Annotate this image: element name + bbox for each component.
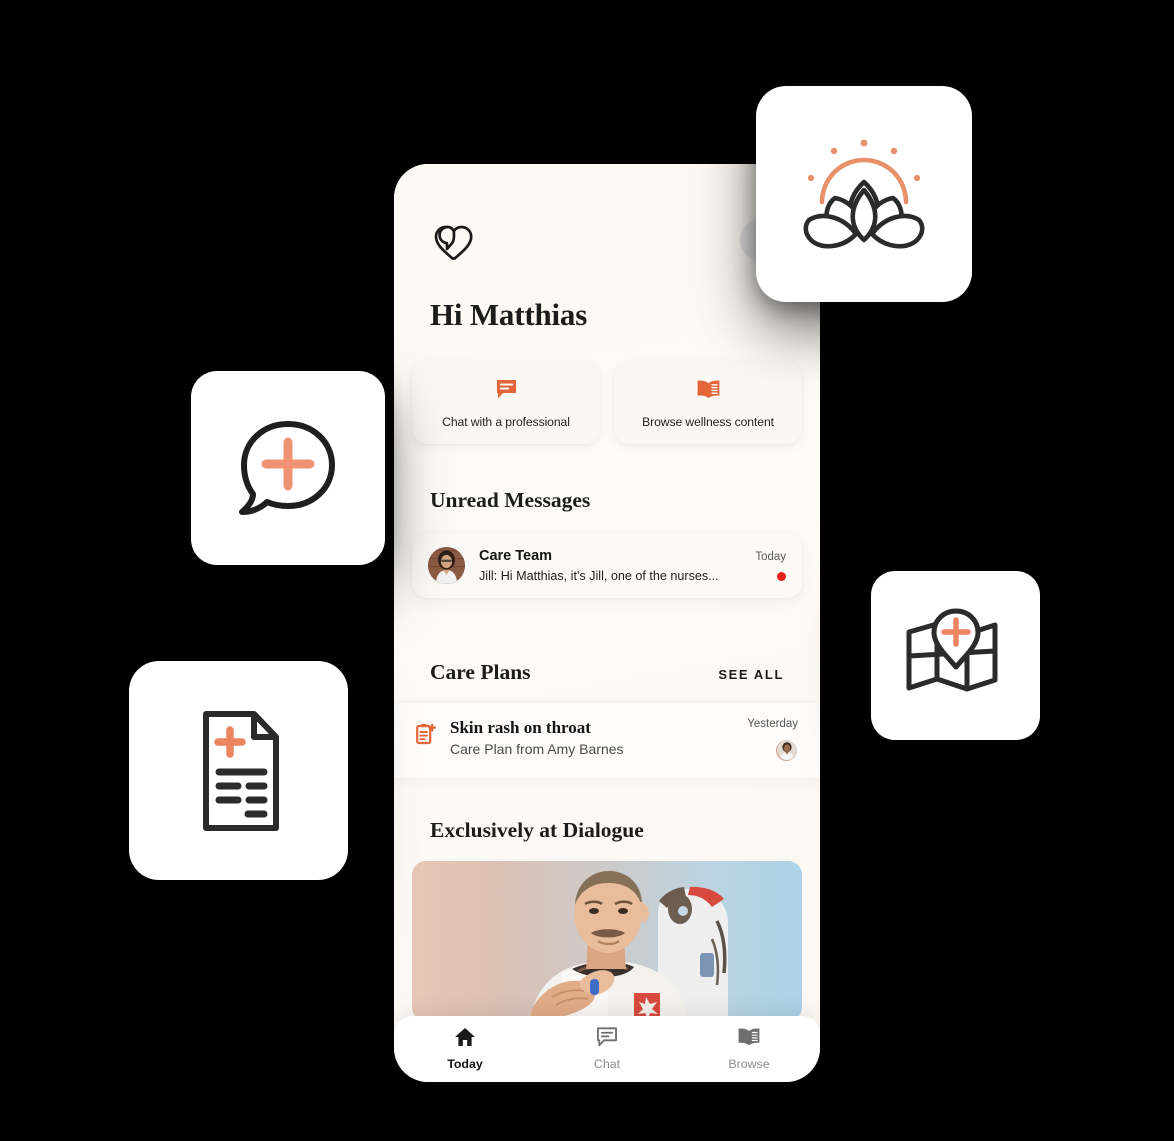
action-label: Browse wellness content (642, 415, 774, 429)
showcase-canvas: Hi Matthias Chat with a professional Bro… (0, 0, 1174, 1141)
bottom-tab-bar: Today Chat Browse (394, 1016, 820, 1082)
tab-browse[interactable]: Browse (678, 1027, 820, 1071)
care-plans-header: Care Plans SEE ALL (394, 660, 820, 685)
status-badge-unread (777, 571, 786, 581)
floating-card-clinics[interactable] (871, 571, 1040, 740)
phone-mockup: Hi Matthias Chat with a professional Bro… (394, 164, 820, 1082)
heart-chat-logo (430, 222, 784, 267)
tab-today[interactable]: Today (394, 1027, 536, 1071)
page-title: Hi Matthias (430, 297, 588, 332)
section-title: Exclusively at Dialogue (430, 818, 644, 842)
care-plan-document-icon (416, 718, 437, 750)
see-all-button[interactable]: SEE ALL (718, 667, 784, 682)
message-time: Today (755, 551, 786, 563)
home-icon (454, 1027, 476, 1052)
list-item-message[interactable]: Care Team Today Jill: Hi Matthias, it's … (412, 533, 802, 598)
tab-label: Browse (728, 1057, 770, 1071)
app-scroll-area[interactable]: Hi Matthias Chat with a professional Bro… (394, 164, 820, 1016)
message-body: Care Team Today Jill: Hi Matthias, it's … (479, 548, 786, 583)
tab-label: Chat (593, 1057, 621, 1071)
chat-bubble-icon (596, 1027, 618, 1052)
action-browse-wellness-content[interactable]: Browse wellness content (614, 361, 802, 444)
care-plan-body: Skin rash on throat Care Plan from Amy B… (450, 718, 733, 757)
open-book-icon (737, 1027, 761, 1052)
nurse-avatar-photo (428, 547, 465, 584)
open-book-icon (622, 377, 794, 401)
message-preview: Jill: Hi Matthias, it's Jill, one of the… (479, 569, 719, 583)
list-item-care-plan[interactable]: Skin rash on throat Care Plan from Amy B… (394, 703, 820, 778)
section-title: Unread Messages (430, 488, 591, 512)
unread-messages-header: Unread Messages (394, 488, 820, 513)
quick-actions: Chat with a professional Browse wellness… (394, 361, 820, 444)
provider-avatar-photo (775, 739, 798, 762)
care-plan-meta: Yesterday (747, 718, 798, 762)
action-label: Chat with a professional (442, 415, 570, 429)
floating-card-wellness[interactable] (756, 86, 972, 302)
tab-label: Today (447, 1057, 483, 1071)
lotus-sunrise-icon (789, 124, 939, 264)
medical-document-icon (180, 706, 298, 836)
chat-bubble-plus-icon (228, 408, 348, 528)
care-plan-title: Skin rash on throat (450, 718, 591, 737)
exclusive-hero-card[interactable] (412, 861, 802, 1016)
floating-card-consult[interactable] (191, 371, 385, 565)
section-title: Care Plans (430, 660, 531, 684)
action-chat-with-professional[interactable]: Chat with a professional (412, 361, 600, 444)
chat-bubble-icon (420, 377, 592, 401)
tab-chat[interactable]: Chat (536, 1027, 678, 1071)
care-plan-date: Yesterday (747, 718, 798, 730)
care-plan-subtitle: Care Plan from Amy Barnes (450, 741, 624, 757)
map-pin-medical-icon (902, 604, 1010, 708)
message-sender: Care Team (479, 548, 553, 564)
floating-card-records[interactable] (129, 661, 348, 880)
exclusive-header: Exclusively at Dialogue (394, 818, 820, 843)
